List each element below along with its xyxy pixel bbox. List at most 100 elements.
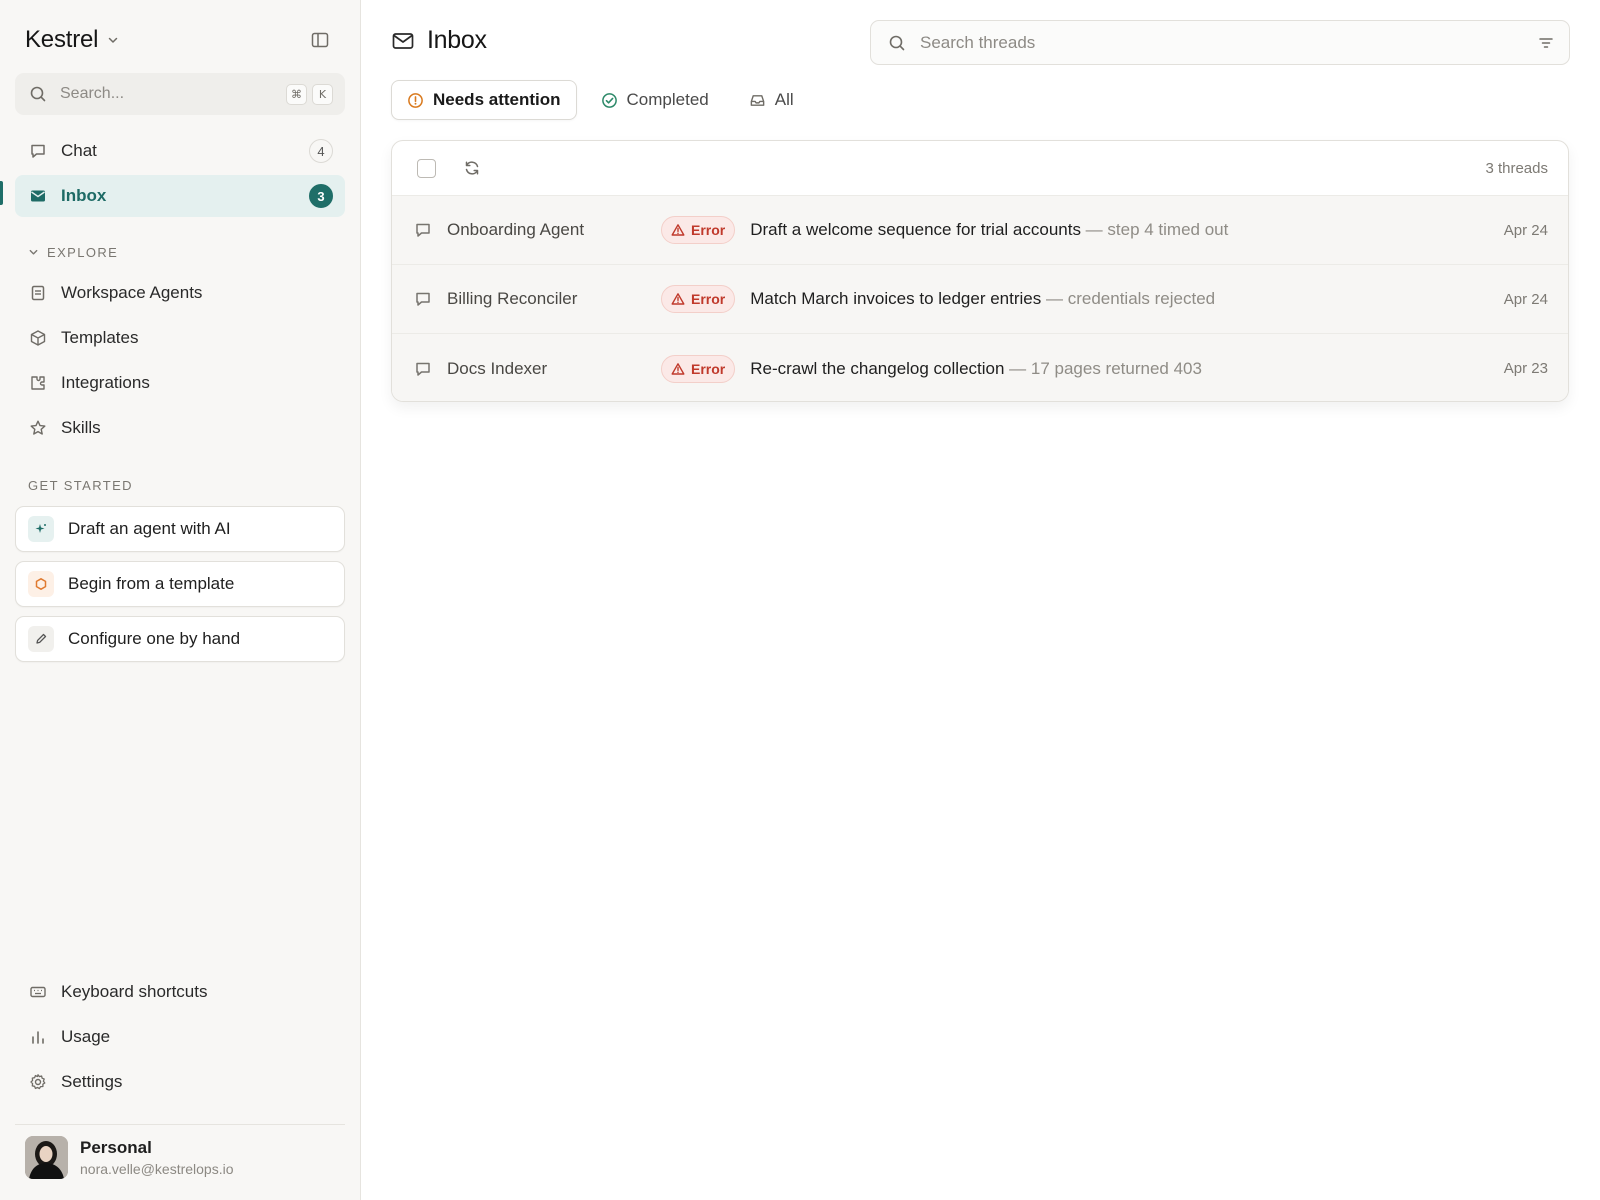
sidebar-item-label: Integrations (61, 373, 150, 392)
thread-search-input[interactable] (920, 32, 1537, 53)
warning-triangle-icon (671, 223, 685, 237)
warning-triangle-icon (671, 292, 685, 306)
sidebar-item-settings[interactable]: Settings (15, 1061, 345, 1103)
start-card-label: Begin from a template (68, 574, 235, 593)
sidebar-item-integrations[interactable]: Integrations (15, 362, 345, 404)
thread-agent-name: Billing Reconciler (447, 289, 578, 308)
explore-section-toggle[interactable]: EXPLORE (28, 245, 118, 260)
app-name: Kestrel (25, 26, 99, 53)
select-all-checkbox[interactable] (417, 158, 436, 178)
thread-subject: Draft a welcome sequence for trial accou… (750, 220, 1504, 240)
sidebar-item-label: Chat (61, 141, 97, 160)
puzzle-icon (29, 374, 47, 392)
warning-triangle-icon (671, 362, 685, 376)
thread-list: 3 threads Onboarding Agent Error Draft a… (391, 140, 1569, 402)
profile-name: Personal (80, 1138, 152, 1157)
sidebar-toggle-button[interactable] (304, 24, 336, 56)
thread-agent-name: Docs Indexer (447, 358, 548, 378)
tab-label: Completed (626, 90, 709, 109)
chat-count-badge: 4 (309, 139, 333, 163)
status-badge: Error (661, 354, 736, 383)
thread-subject-text: Draft a welcome sequence for trial accou… (750, 220, 1081, 239)
avatar (25, 1136, 68, 1179)
sidebar-item-chat[interactable]: Chat 4 (15, 130, 345, 172)
keyboard-icon (29, 983, 47, 1001)
thread-date: Apr 24 (1503, 290, 1548, 308)
active-nav-marker (0, 181, 3, 205)
thread-subject: Match March invoices to ledger entries —… (750, 289, 1504, 309)
bar-chart-icon (29, 1028, 47, 1046)
chat-bubble-icon (414, 221, 432, 239)
brand-row: Kestrel (25, 24, 336, 56)
table-row[interactable]: Docs Indexer Error Re-crawl the changelo… (392, 334, 1568, 401)
page-header: Inbox (391, 26, 487, 55)
gear-icon (29, 1073, 47, 1091)
sidebar-item-label: Inbox (61, 186, 107, 205)
page-title: Inbox (427, 26, 487, 54)
tray-icon (749, 92, 766, 109)
thread-count: 3 threads (1485, 159, 1548, 177)
status-badge: Error (661, 216, 736, 244)
configure-by-hand-button[interactable]: Configure one by hand (15, 616, 345, 662)
chevron-down-icon (106, 33, 120, 47)
status-badge: Error (661, 285, 736, 313)
sidebar-item-skills[interactable]: Skills (15, 407, 345, 449)
sidebar-search-placeholder: Search... (60, 85, 125, 102)
chat-bubble-icon (29, 142, 47, 160)
profile-switcher[interactable]: Personal nora.velle@kestrelops.io (25, 1136, 234, 1179)
sparkle-icon (28, 516, 54, 542)
sidebar-item-label: Templates (61, 328, 139, 347)
explore-section-label: EXPLORE (47, 245, 119, 260)
inbox-icon (29, 187, 47, 205)
sidebar-panel-icon (310, 30, 330, 50)
document-icon (29, 284, 47, 302)
table-row[interactable]: Billing Reconciler Error Match March inv… (392, 265, 1568, 334)
shortcut-k-key: K (312, 83, 333, 105)
mail-icon (391, 29, 415, 53)
thread-subject-text: Match March invoices to ledger entries (750, 289, 1042, 308)
thread-date: Apr 23 (1503, 360, 1548, 377)
chat-bubble-icon (414, 360, 432, 378)
profile-divider (15, 1124, 345, 1125)
alert-circle-icon (407, 92, 424, 109)
check-circle-icon (601, 92, 618, 109)
thread-subject: Re-crawl the changelog collection — 17 p… (750, 359, 1504, 379)
sidebar-item-workspace-agents[interactable]: Workspace Agents (15, 272, 345, 314)
begin-from-template-button[interactable]: Begin from a template (15, 561, 345, 607)
start-card-label: Configure one by hand (68, 629, 241, 648)
sidebar-item-keyboard-shortcuts[interactable]: Keyboard shortcuts (15, 971, 345, 1013)
sidebar-item-templates[interactable]: Templates (15, 317, 345, 359)
profile-email: nora.velle@kestrelops.io (80, 1161, 234, 1177)
sidebar-item-usage[interactable]: Usage (15, 1016, 345, 1058)
status-label: Error (691, 291, 726, 307)
tab-completed[interactable]: Completed (585, 80, 725, 120)
chat-bubble-icon (414, 290, 432, 308)
thread-search-bar (870, 20, 1570, 65)
draft-agent-with-ai-button[interactable]: Draft an agent with AI (15, 506, 345, 552)
refresh-icon[interactable] (463, 159, 481, 177)
inbox-tabs: Needs attention Completed All (391, 80, 810, 120)
pencil-icon (28, 626, 54, 652)
tab-all[interactable]: All (733, 80, 810, 120)
tab-needs-attention[interactable]: Needs attention (391, 80, 577, 120)
chevron-down-icon (28, 247, 39, 258)
thread-subject-text: Re-crawl the changelog collection (750, 358, 1005, 378)
search-icon (29, 85, 47, 103)
get-started-section-label: GET STARTED (28, 478, 133, 493)
workspace-switcher[interactable]: Kestrel (25, 26, 120, 54)
sidebar-item-label: Usage (61, 1027, 111, 1046)
sidebar-item-label: Settings (61, 1072, 123, 1091)
tab-label: Needs attention (433, 90, 561, 109)
sidebar-search[interactable]: Search... ⌘ K (15, 73, 345, 115)
filter-icon[interactable] (1537, 34, 1555, 52)
thread-agent-name: Onboarding Agent (447, 220, 585, 239)
main-content: Inbox Needs attention Completed All (362, 0, 1600, 1200)
status-label: Error (691, 360, 726, 377)
table-row[interactable]: Onboarding Agent Error Draft a welcome s… (392, 196, 1568, 265)
thread-detail: — credentials rejected (1041, 289, 1216, 308)
shortcut-cmd-key: ⌘ (286, 83, 307, 105)
inbox-count-badge: 3 (309, 184, 333, 208)
sidebar-item-inbox[interactable]: Inbox 3 (15, 175, 345, 217)
start-card-label: Draft an agent with AI (68, 519, 231, 538)
status-label: Error (691, 222, 726, 238)
